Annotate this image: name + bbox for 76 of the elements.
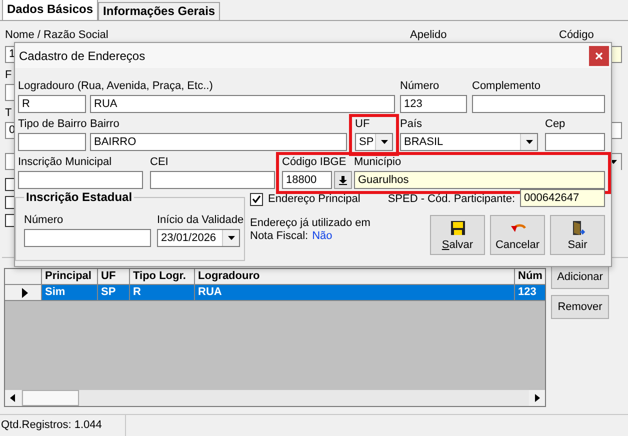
info-label: Nota Fiscal: <box>250 230 308 242</box>
horizontal-scrollbar[interactable] <box>5 390 545 406</box>
input-field[interactable]: Guarulhos <box>354 171 605 189</box>
input-field[interactable] <box>545 133 605 151</box>
input-field[interactable]: BAIRRO <box>90 133 347 151</box>
column-header[interactable]: Núm <box>515 269 545 285</box>
column-header[interactable]: Principal <box>42 269 98 285</box>
field-label: SPED - Cód. Participante: <box>388 193 515 205</box>
input-field[interactable] <box>472 95 605 113</box>
field-label: Complemento <box>472 80 540 94</box>
table-cell: 123 <box>515 285 545 301</box>
button[interactable]: Remover <box>551 295 609 319</box>
date-picker[interactable]: 23/01/2026 <box>157 229 240 247</box>
input-field[interactable] <box>18 133 86 151</box>
field-label: Código <box>559 29 594 41</box>
window-title: Cadastro de Endereços <box>19 48 146 62</box>
input-field[interactable] <box>18 171 143 189</box>
field-label: Nome / Razão Social <box>5 29 110 41</box>
close-button[interactable] <box>589 46 609 66</box>
dropdown-arrow-icon <box>380 140 388 144</box>
input-field[interactable] <box>24 229 151 247</box>
table-cell: Sim <box>42 285 98 301</box>
close-icon <box>595 52 603 60</box>
button[interactable]: Salvar <box>430 215 485 255</box>
field-label: Início da Validade <box>157 214 244 228</box>
table-cell: R <box>130 285 195 301</box>
field-label: Número <box>400 80 440 94</box>
info-label: Endereço já utilizado em <box>250 217 370 230</box>
group-title: Inscrição Estadual <box>24 190 134 204</box>
field-label: UF <box>355 118 370 132</box>
tab[interactable]: Dados Básicos <box>2 0 98 20</box>
dropdown[interactable]: SP <box>355 133 393 151</box>
tab[interactable]: Informações Gerais <box>98 2 220 20</box>
dropdown-arrow-icon <box>526 140 532 144</box>
column-header[interactable]: Tipo Logr. <box>130 269 195 285</box>
table-cell: SP <box>98 285 130 301</box>
field-label: País <box>400 118 422 132</box>
input-field[interactable]: 000642647 <box>520 189 605 207</box>
column-header[interactable]: UF <box>98 269 130 285</box>
field-label: Número <box>24 214 64 228</box>
field-label: Cep <box>545 118 566 132</box>
field-label: CEI <box>150 156 168 170</box>
field-label: T <box>5 107 12 121</box>
button[interactable]: Sair <box>550 215 605 255</box>
scrollbar-thumb[interactable] <box>22 390 79 406</box>
button[interactable]: Adicionar <box>551 265 609 289</box>
field-label: Tipo de Bairro <box>18 118 87 132</box>
field-label: Logradouro (Rua, Avenida, Praça, Etc..) <box>18 80 213 94</box>
field-label: Bairro <box>90 118 120 132</box>
field-label: Inscrição Municipal <box>18 156 112 170</box>
scroll-left-icon <box>5 390 21 406</box>
input-field[interactable] <box>150 171 275 189</box>
field-label: Código IBGE <box>282 156 346 170</box>
column-header[interactable]: Logradouro <box>195 269 515 285</box>
dropdown-arrow-icon <box>228 236 234 240</box>
dropdown[interactable]: BRASIL <box>400 133 538 151</box>
checkbox-label: Endereço Principal <box>268 193 360 205</box>
row-pointer-icon <box>22 288 28 298</box>
table-cell: RUA <box>195 285 515 301</box>
button[interactable]: Cancelar <box>490 215 545 255</box>
checkbox[interactable] <box>250 192 263 206</box>
table-row[interactable]: Sim SP R RUA 123 <box>5 285 545 301</box>
input-field[interactable]: 18800 <box>282 171 332 189</box>
input-field[interactable]: R <box>18 95 86 113</box>
download-arrow-icon <box>339 176 347 184</box>
input-field[interactable]: 123 <box>400 95 467 113</box>
info-value: Não <box>312 230 332 242</box>
status-text: Qtd.Registros: 1.044 <box>0 415 126 436</box>
checkmark-icon <box>252 195 261 203</box>
column-header <box>5 269 42 285</box>
input-field[interactable]: RUA <box>90 95 395 113</box>
field-label: Município <box>354 156 402 170</box>
lookup-button[interactable] <box>334 171 352 189</box>
field-label: F <box>5 69 12 83</box>
scroll-right-icon <box>529 390 545 406</box>
field-label: Apelido <box>410 29 448 41</box>
